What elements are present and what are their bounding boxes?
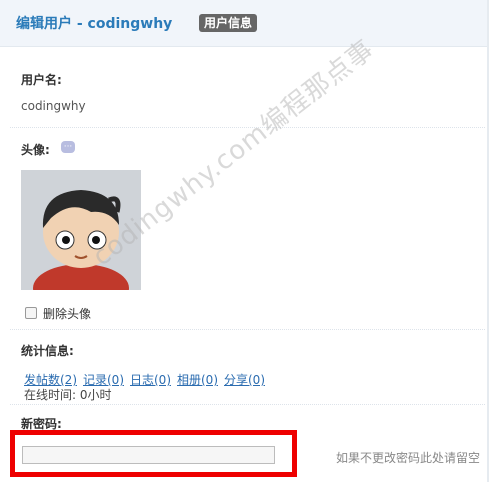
username-label: 用户名: bbox=[21, 73, 62, 87]
page-title: 编辑用户 - codingwhy bbox=[16, 16, 173, 32]
delete-avatar-label[interactable]: 删除头像 bbox=[43, 305, 91, 322]
online-time: 在线时间: 0小时 bbox=[24, 388, 112, 402]
divider bbox=[10, 329, 485, 330]
divider bbox=[10, 404, 485, 405]
user-info-tag[interactable]: 用户信息 bbox=[199, 14, 258, 32]
speech-bubble-icon[interactable]: ··· bbox=[61, 141, 75, 153]
watermark: codingwhy.com编程那点事 bbox=[87, 34, 381, 273]
album-link[interactable]: 相册(0) bbox=[177, 373, 218, 387]
posts-count-link[interactable]: 发帖数(2) bbox=[24, 373, 77, 387]
records-link[interactable]: 记录(0) bbox=[83, 373, 124, 387]
new-password-input[interactable] bbox=[22, 446, 275, 464]
header-bar: 编辑用户 - codingwhy 用户信息 bbox=[0, 0, 489, 47]
share-link[interactable]: 分享(0) bbox=[224, 373, 265, 387]
stats-label: 统计信息: bbox=[21, 344, 74, 358]
delete-avatar-checkbox[interactable] bbox=[25, 307, 37, 319]
blog-link[interactable]: 日志(0) bbox=[130, 373, 171, 387]
avatar-label: 头像: bbox=[21, 143, 50, 157]
password-hint: 如果不更改密码此处请留空 bbox=[336, 451, 481, 465]
username-value: codingwhy bbox=[21, 99, 86, 113]
